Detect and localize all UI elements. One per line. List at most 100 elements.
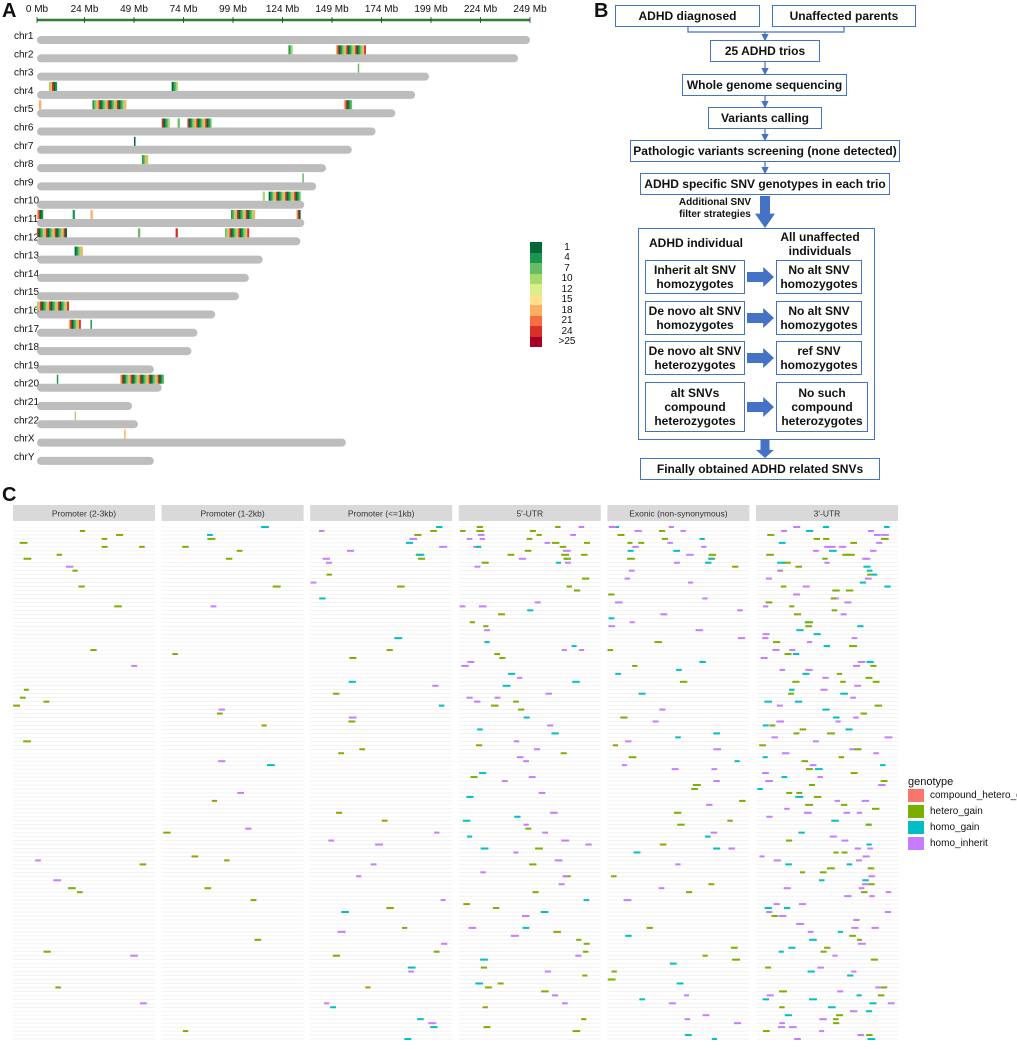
genotype-legend-label: homo_gain <box>930 822 980 833</box>
facet-title: Promoter (2-3kb) <box>52 509 116 519</box>
chromosome-bar <box>37 54 519 63</box>
chromosome-label: chr13 <box>14 251 39 262</box>
final-box: Finally obtained ADHD related SNVs <box>640 458 880 480</box>
density-legend-item: >25 <box>530 336 582 348</box>
genotype-legend-swatch <box>908 821 924 834</box>
pathologic-text: Pathologic variants screening (none dete… <box>633 144 897 158</box>
axis-tick-label: 174 Mb <box>365 4 399 15</box>
chromosome-label: chr11 <box>14 214 39 225</box>
variant-calling-text: Variants calling <box>720 111 810 125</box>
density-legend-item: 12 <box>530 284 582 295</box>
density-band <box>268 191 301 201</box>
genotype-marks <box>163 526 281 1033</box>
density-legend-label: 4 <box>564 252 570 264</box>
row1-left-box: Inherit alt SNV homozygotes <box>645 260 745 294</box>
unaffected-parents-text: Unaffected parents <box>789 9 899 23</box>
genotype-legend-item: homo_inherit <box>908 837 988 850</box>
facet-panel: Promoter (2-3kb) <box>13 505 155 1040</box>
all-unaffected-label: All unaffected individuals <box>764 230 876 258</box>
density-band <box>357 63 360 73</box>
all-unaffected-line2: individuals <box>788 244 852 258</box>
density-legend-label: >25 <box>558 336 576 348</box>
chromosome-label: chr7 <box>14 141 34 152</box>
facet-strip <box>310 505 453 521</box>
row2-right-line1: No alt SNV <box>788 304 850 318</box>
facet-strip <box>458 505 601 521</box>
chromosome-bar <box>37 347 192 356</box>
density-legend-item: 24 <box>530 326 582 337</box>
final-text: Finally obtained ADHD related SNVs <box>656 462 864 476</box>
facet-title: Promoter (<=1kb) <box>348 509 415 519</box>
density-legend-item: 10 <box>530 273 582 284</box>
chromosome-label: chr12 <box>14 232 39 243</box>
chromosome-bar <box>37 72 430 81</box>
genotype-marks <box>13 529 147 1005</box>
chromosome-bar <box>37 182 317 191</box>
wgs-box: Whole genome sequencing <box>682 74 847 96</box>
chromosome-bar <box>37 90 416 99</box>
adhd-diagnosed-text: ADHD diagnosed <box>638 9 737 23</box>
density-band <box>74 411 77 421</box>
density-band <box>335 45 366 55</box>
row3-left-line1: De novo alt SNV <box>648 344 742 358</box>
genotype-marks <box>310 526 448 1041</box>
chromosome-label: chr19 <box>14 360 39 371</box>
density-band <box>56 374 59 384</box>
trios-text: 25 ADHD trios <box>724 44 806 58</box>
axis-tick-label: 99 Mb <box>219 4 247 15</box>
density-legend-label: 12 <box>561 283 573 295</box>
row2-left-line2: homozygotes <box>656 318 734 332</box>
density-band <box>90 319 92 329</box>
genotype-marks <box>757 526 895 1041</box>
filter-note: Additional SNV filter strategies <box>660 197 770 221</box>
density-band <box>288 45 293 55</box>
facet-strip <box>756 505 898 521</box>
row4-left-box: alt SNVs compound heterozygotes <box>645 382 745 432</box>
density-band <box>187 118 212 128</box>
filter-note-line1: Additional SNV <box>678 197 752 208</box>
density-legend-item: 21 <box>530 315 582 326</box>
density-legend-item: 1 <box>530 242 582 253</box>
axis-tick-label: 49 Mb <box>120 4 148 15</box>
density-band <box>262 191 265 201</box>
row3-right-line2: homozygotes <box>780 358 858 372</box>
row2-left-line1: De novo alt SNV <box>648 304 742 318</box>
chromosome-plot: 0 Mb 24 Mb 49 Mb 74 Mb 99 Mb 124 Mb 149 Mb 174 … <box>14 4 547 465</box>
chromosome-bar <box>37 292 239 301</box>
wgs-text: Whole genome sequencing <box>686 78 843 92</box>
chromosome-label: chr21 <box>14 397 39 408</box>
chromosome-bar <box>37 36 530 44</box>
density-legend: 1 4 7 10 12 15 18 21 24 >25 <box>530 242 582 347</box>
axis-tick-label: 0 Mb <box>26 4 49 15</box>
density-band <box>302 173 304 183</box>
density-legend-swatch <box>530 284 542 295</box>
axis-tick-label: 124 Mb <box>266 4 300 15</box>
adhd-individual-label: ADHD individual <box>648 236 743 250</box>
facet-title: Promoter (1-2kb) <box>200 509 264 519</box>
row4-right-box: No such compound heterozygotes <box>776 382 868 432</box>
density-legend-swatch <box>530 273 542 284</box>
row2-left-box: De novo alt SNV homozygotes <box>645 301 745 335</box>
row3-left-line2: heterozygotes <box>654 358 736 372</box>
row4-left-line2: compound <box>664 400 726 414</box>
density-band <box>37 228 67 238</box>
density-legend-swatch <box>530 242 542 253</box>
facet-panel: Promoter (1-2kb) <box>161 505 304 1040</box>
chromosome-label: chrX <box>14 434 35 445</box>
chromosome-bar <box>37 365 154 374</box>
density-band <box>38 100 42 110</box>
adhd-diagnosed-box: ADHD diagnosed <box>615 5 760 27</box>
row4-left-line3: heterozygotes <box>654 414 736 428</box>
specific-text: ADHD specific SNV genotypes in each trio <box>644 177 886 191</box>
row1-left-line1: Inherit alt SNV <box>653 263 736 277</box>
density-band <box>161 118 170 128</box>
chromosome-bar <box>37 109 396 118</box>
density-band <box>120 374 165 384</box>
density-band <box>74 246 83 256</box>
axis-tick-label: 24 Mb <box>71 4 99 15</box>
facet-strip <box>607 505 750 521</box>
genotype-marks <box>607 526 746 1041</box>
density-band <box>72 210 75 219</box>
row4-left-line1: alt SNVs <box>670 386 720 400</box>
all-unaffected-line1: All unaffected <box>780 230 860 244</box>
